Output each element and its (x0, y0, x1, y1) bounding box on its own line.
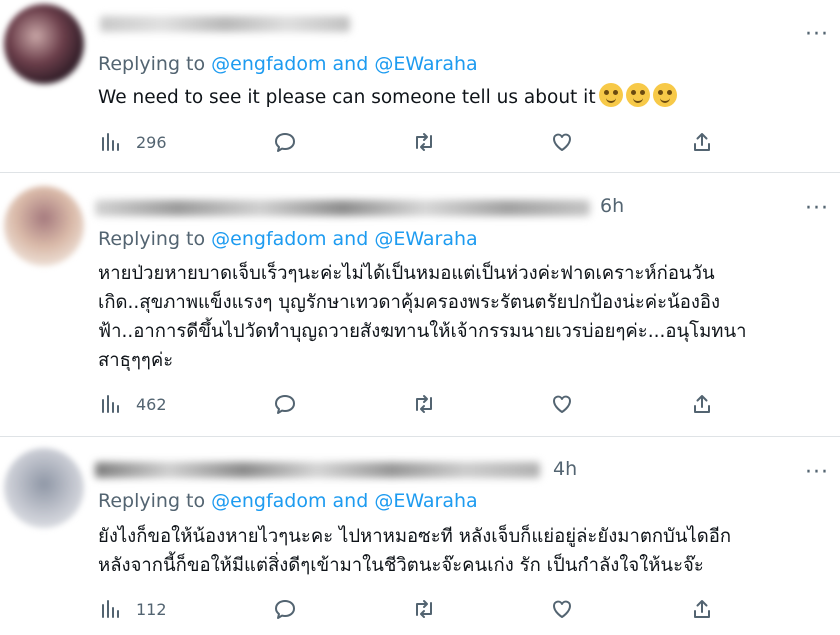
reply-button[interactable] (273, 594, 297, 624)
mention-and: and (326, 490, 375, 512)
views-icon (102, 395, 119, 413)
reply-icon (275, 133, 295, 152)
share-icon (694, 395, 710, 413)
replying-to-line: Replying to @engfadom and @EWaraha (98, 490, 478, 512)
share-button[interactable] (690, 594, 714, 624)
retweet-icon (416, 395, 432, 413)
like-icon (553, 600, 571, 618)
tweet-text: We need to see it please can someone tel… (98, 83, 818, 112)
views-count: 296 (136, 132, 167, 152)
replying-to-label: Replying to (98, 53, 212, 75)
views-icon (102, 600, 119, 618)
more-options-button[interactable]: ··· (805, 198, 829, 220)
author-name-blurred[interactable] (100, 16, 350, 32)
views-button[interactable]: 112 (98, 594, 167, 624)
views-button[interactable]: 296 (98, 127, 167, 157)
replying-to-label: Replying to (98, 490, 212, 512)
mention-link[interactable]: @engfadom (211, 228, 326, 250)
tweet-1[interactable]: ··· Replying to @engfadom and @EWaraha W… (0, 0, 840, 170)
replying-to-line: Replying to @engfadom and @EWaraha (98, 53, 478, 75)
tweet-text: หายป่วยหายบาดเจ็บเร็วๆนะค่ะไม่ได้เป็นหมอ… (98, 263, 747, 371)
share-icon (694, 133, 710, 151)
retweet-icon (416, 600, 432, 618)
tweet-divider (0, 172, 840, 173)
like-button[interactable] (550, 127, 574, 157)
tweet-text-content: We need to see it please can someone tel… (98, 87, 596, 108)
reply-icon (275, 600, 295, 619)
retweet-button[interactable] (412, 389, 436, 419)
smiling-face-emoji-icon (652, 83, 677, 107)
mention-link[interactable]: @EWaraha (374, 490, 477, 512)
reply-button[interactable] (273, 389, 297, 419)
reply-icon (275, 395, 295, 414)
retweet-icon (416, 133, 432, 151)
action-bar: 112 (0, 594, 840, 624)
replying-to-line: Replying to @engfadom and @EWaraha (98, 228, 478, 250)
avatar[interactable] (4, 448, 84, 528)
smiling-face-emoji-icon (598, 83, 623, 107)
like-icon (553, 395, 571, 413)
smiling-face-emoji-icon (625, 83, 650, 107)
like-button[interactable] (550, 594, 574, 624)
tweet-2[interactable]: 6h ··· Replying to @engfadom and @EWarah… (0, 174, 840, 434)
like-icon (553, 133, 571, 151)
retweet-button[interactable] (412, 127, 436, 157)
tweet-3[interactable]: 4h ··· Replying to @engfadom and @EWarah… (0, 438, 840, 635)
mention-link[interactable]: @EWaraha (374, 228, 477, 250)
tweet-timestamp[interactable]: 4h (553, 458, 577, 480)
views-count: 112 (136, 599, 167, 619)
share-button[interactable] (690, 389, 714, 419)
mention-and: and (326, 228, 375, 250)
tweet-text: ยังไงก็ขอให้น้องหายไวๆนะคะ ไปหาหมอซะที ห… (98, 526, 732, 576)
tweet-timestamp[interactable]: 6h (600, 195, 624, 217)
mention-link[interactable]: @EWaraha (374, 53, 477, 75)
share-button[interactable] (690, 127, 714, 157)
retweet-button[interactable] (412, 594, 436, 624)
like-button[interactable] (550, 389, 574, 419)
replying-to-label: Replying to (98, 228, 212, 250)
tweet-divider (0, 436, 840, 437)
more-options-button[interactable]: ··· (805, 24, 829, 46)
avatar[interactable] (4, 186, 84, 266)
mention-and: and (326, 53, 375, 75)
mention-link[interactable]: @engfadom (211, 490, 326, 512)
action-bar: 296 (0, 127, 840, 157)
mention-link[interactable]: @engfadom (211, 53, 326, 75)
more-options-button[interactable]: ··· (805, 462, 829, 484)
views-button[interactable]: 462 (98, 389, 167, 419)
views-icon (102, 133, 119, 151)
avatar[interactable] (4, 4, 84, 84)
author-name-blurred[interactable] (95, 200, 590, 216)
share-icon (694, 600, 710, 618)
reply-button[interactable] (273, 127, 297, 157)
author-name-blurred[interactable] (95, 462, 540, 478)
action-bar: 462 (0, 389, 840, 419)
views-count: 462 (136, 394, 167, 414)
